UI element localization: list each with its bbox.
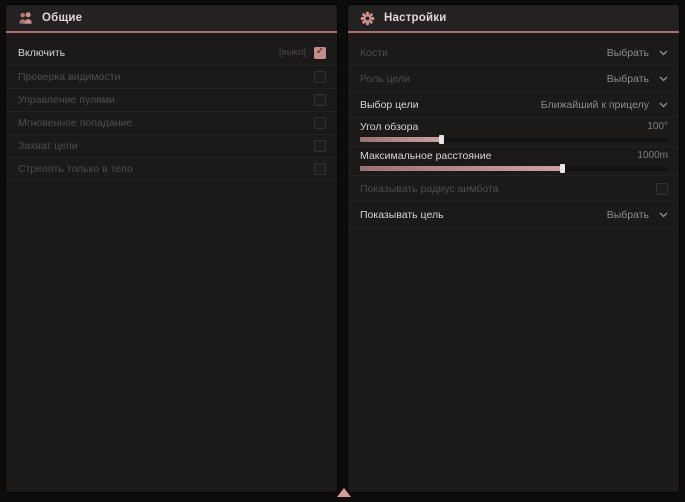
people-icon (18, 11, 33, 26)
bullet-control-checkbox[interactable] (314, 94, 326, 106)
slider-fill (360, 137, 442, 142)
instant-hit-checkbox[interactable] (314, 117, 326, 129)
row-label: Включить (18, 47, 279, 59)
general-panel: Общие Включить [выкл] ✓ Проверка видимос… (6, 5, 337, 492)
row-bones[interactable]: Кости Выбрать (348, 40, 679, 66)
chevron-down-icon (659, 76, 668, 82)
row-target-selection[interactable]: Выбор цели Ближайший к прицелу (348, 92, 679, 118)
general-panel-header: Общие (6, 5, 337, 33)
show-aimbot-radius-checkbox[interactable] (656, 183, 668, 195)
row-visibility-check[interactable]: Проверка видимости (6, 66, 337, 89)
row-label: Захват цели (18, 140, 314, 152)
row-label: Управление пулями (18, 94, 314, 106)
chevron-down-icon (659, 102, 668, 108)
up-arrow-indicator (337, 488, 351, 497)
panel-title: Настройки (384, 12, 446, 24)
row-label: Кости (360, 47, 607, 59)
slider-fill (360, 166, 563, 171)
settings-panel-header: Настройки (348, 5, 679, 33)
row-body-only[interactable]: Стрелять только в тело (6, 158, 337, 181)
row-label: Максимальное расстояние (360, 150, 637, 162)
target-lock-checkbox[interactable] (314, 140, 326, 152)
enable-checkbox[interactable]: ✓ (314, 47, 326, 59)
row-label: Проверка видимости (18, 71, 314, 83)
row-label: Показывать радиус аимбота (360, 183, 656, 195)
row-label: Роль цели (360, 73, 607, 85)
row-label: Показывать цель (360, 209, 607, 221)
row-show-aimbot-radius[interactable]: Показывать радиус аимбота (348, 176, 679, 202)
select-value: Выбрать (607, 73, 649, 85)
gear-icon (360, 11, 375, 26)
hotkey-tag: [выкл] (279, 47, 306, 58)
max-distance-value: 1000m (637, 150, 668, 161)
fov-value: 100° (647, 121, 668, 132)
check-icon: ✓ (316, 47, 324, 57)
body-only-checkbox[interactable] (314, 163, 326, 175)
target-selection-select[interactable]: Ближайший к прицелу (541, 99, 668, 111)
row-enable[interactable]: Включить [выкл] ✓ (6, 40, 337, 66)
select-value: Выбрать (607, 209, 649, 221)
row-label: Стрелять только в тело (18, 163, 314, 175)
bones-select[interactable]: Выбрать (607, 47, 668, 59)
row-max-distance: Максимальное расстояние 1000m (348, 147, 679, 176)
settings-panel-body: Кости Выбрать Роль цели Выбрать Выбор це… (348, 33, 679, 492)
row-show-target[interactable]: Показывать цель Выбрать (348, 202, 679, 228)
settings-panel: Настройки Кости Выбрать Роль цели Выбрат… (348, 5, 679, 492)
chevron-down-icon (659, 212, 668, 218)
row-target-role[interactable]: Роль цели Выбрать (348, 66, 679, 92)
general-panel-body: Включить [выкл] ✓ Проверка видимости Упр… (6, 33, 337, 492)
row-instant-hit[interactable]: Мгновенное попадание (6, 112, 337, 135)
row-bullet-control[interactable]: Управление пулями (6, 89, 337, 112)
target-role-select[interactable]: Выбрать (607, 73, 668, 85)
slider-handle[interactable] (439, 135, 444, 144)
row-label: Выбор цели (360, 99, 541, 111)
visibility-check-checkbox[interactable] (314, 71, 326, 83)
slider-handle[interactable] (560, 164, 565, 173)
select-value: Выбрать (607, 47, 649, 59)
chevron-down-icon (659, 50, 668, 56)
select-value: Ближайший к прицелу (541, 99, 649, 111)
panel-title: Общие (42, 12, 82, 24)
row-target-lock[interactable]: Захват цели (6, 135, 337, 158)
fov-slider[interactable] (360, 137, 668, 142)
row-label: Мгновенное попадание (18, 117, 314, 129)
max-distance-slider[interactable] (360, 166, 668, 171)
row-fov: Угол обзора 100° (348, 118, 679, 147)
show-target-select[interactable]: Выбрать (607, 209, 668, 221)
row-label: Угол обзора (360, 121, 647, 133)
